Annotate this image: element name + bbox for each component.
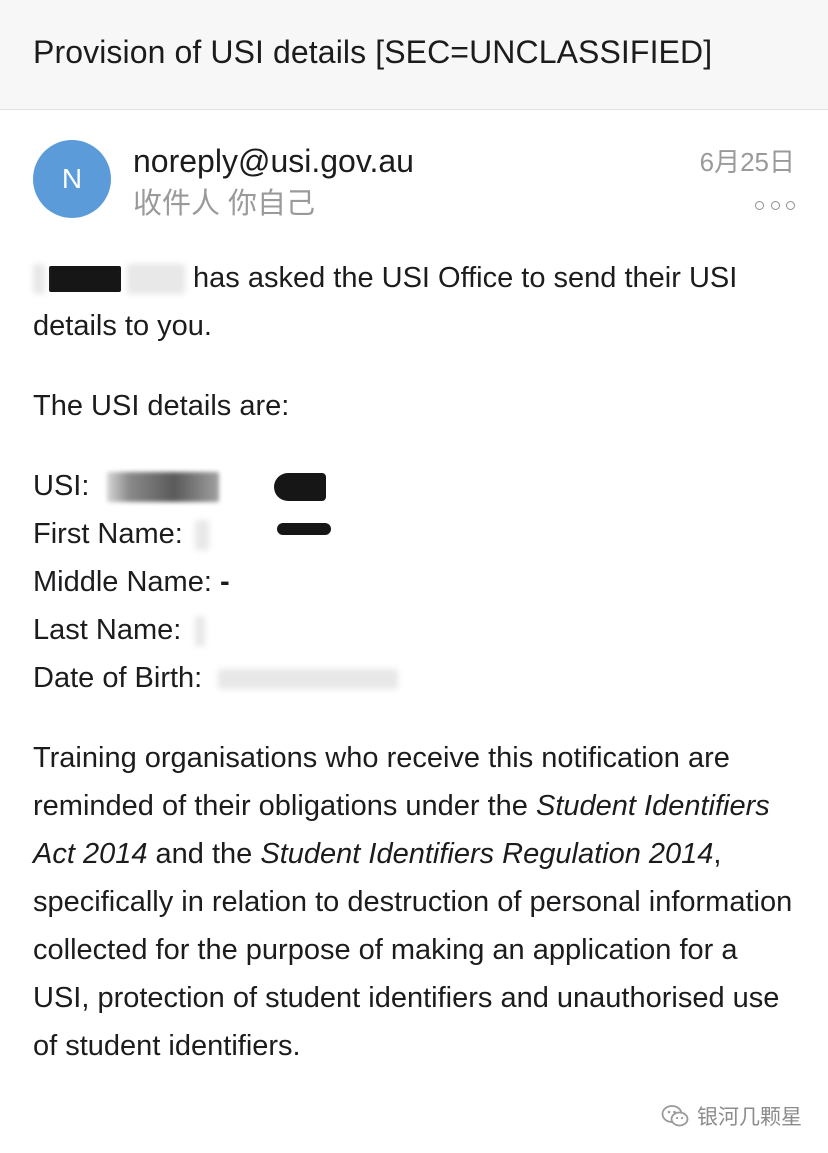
notice-paragraph: Training organisations who receive this … [33, 734, 798, 1070]
sender-address[interactable]: noreply@usi.gov.au [133, 140, 414, 182]
redacted-first-name [194, 520, 209, 551]
redacted-last-name [195, 616, 206, 647]
sender-avatar[interactable]: N [33, 140, 111, 218]
watermark: 银河几颗星 [661, 1101, 802, 1131]
redacted-name [49, 266, 121, 293]
details-heading: The USI details are: [33, 390, 290, 422]
dot [755, 200, 764, 210]
redacted-dob [218, 669, 399, 690]
field-date-of-birth: Date of Birth: [33, 654, 798, 702]
email-subject: Provision of USI details [SEC=UNCLASSIFI… [33, 34, 713, 70]
field-value: - [219, 566, 230, 598]
redacted-name [127, 264, 185, 295]
field-label: USI: [33, 470, 90, 502]
redacted-name [33, 264, 45, 295]
email-date: 6月25日 [699, 147, 795, 177]
notice-regulation: Student Identifiers Regulation 2014 [260, 838, 714, 870]
field-usi: USI: [33, 462, 798, 510]
field-label: Last Name: [33, 614, 182, 646]
recipient-line[interactable]: 收件人 你自己 [133, 184, 315, 224]
dot [770, 200, 780, 210]
redacted-first-name [276, 523, 331, 536]
field-label: First Name: [33, 518, 183, 550]
redacted-usi [107, 472, 220, 503]
more-dots-icon[interactable] [755, 198, 795, 212]
notice-text: and the [147, 838, 261, 870]
intro-paragraph: has asked the USI Office to send their U… [33, 254, 798, 350]
notice-text: , specifically in relation to destructio… [33, 838, 793, 1062]
email-body: has asked the USI Office to send their U… [33, 254, 798, 1070]
field-first-name: First Name: [33, 510, 798, 558]
subject-bar: Provision of USI details [SEC=UNCLASSIFI… [0, 0, 828, 110]
field-last-name: Last Name: [33, 606, 798, 654]
wechat-icon [661, 1105, 689, 1127]
dot [786, 200, 795, 210]
usi-details: USI: First Name: Middle Name: - Last Nam… [33, 462, 798, 702]
field-label: Date of Birth: [33, 662, 203, 694]
watermark-text: 银河几颗星 [697, 1106, 802, 1129]
field-middle-name: Middle Name: - [33, 558, 798, 606]
field-label: Middle Name: [33, 566, 212, 598]
redacted-usi [273, 473, 326, 502]
